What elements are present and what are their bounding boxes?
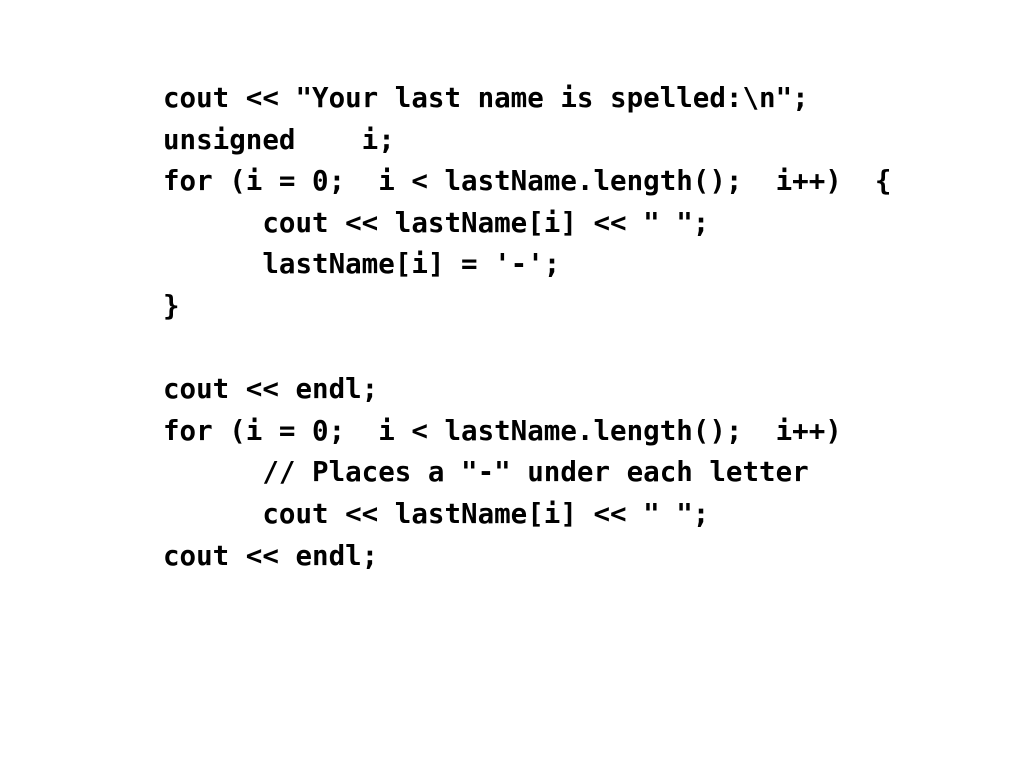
code-line: for (i = 0; i < lastName.length(); i++) … <box>163 165 892 198</box>
slide-canvas: cout << "Your last name is spelled:\n"; u… <box>0 0 1024 768</box>
code-line: // Places a "-" under each letter <box>163 456 809 489</box>
code-block: cout << "Your last name is spelled:\n"; u… <box>163 78 1003 577</box>
code-line: cout << endl; <box>163 539 379 572</box>
code-line: lastName[i] = '-'; <box>163 248 561 281</box>
code-line: } <box>163 289 180 322</box>
code-line: cout << lastName[i] << " "; <box>163 497 710 530</box>
code-line: unsigned i; <box>163 123 395 156</box>
code-line: cout << lastName[i] << " "; <box>163 206 710 239</box>
code-line: for (i = 0; i < lastName.length(); i++) <box>163 414 842 447</box>
code-line: cout << "Your last name is spelled:\n"; <box>163 82 809 114</box>
code-line: cout << endl; <box>163 373 379 406</box>
